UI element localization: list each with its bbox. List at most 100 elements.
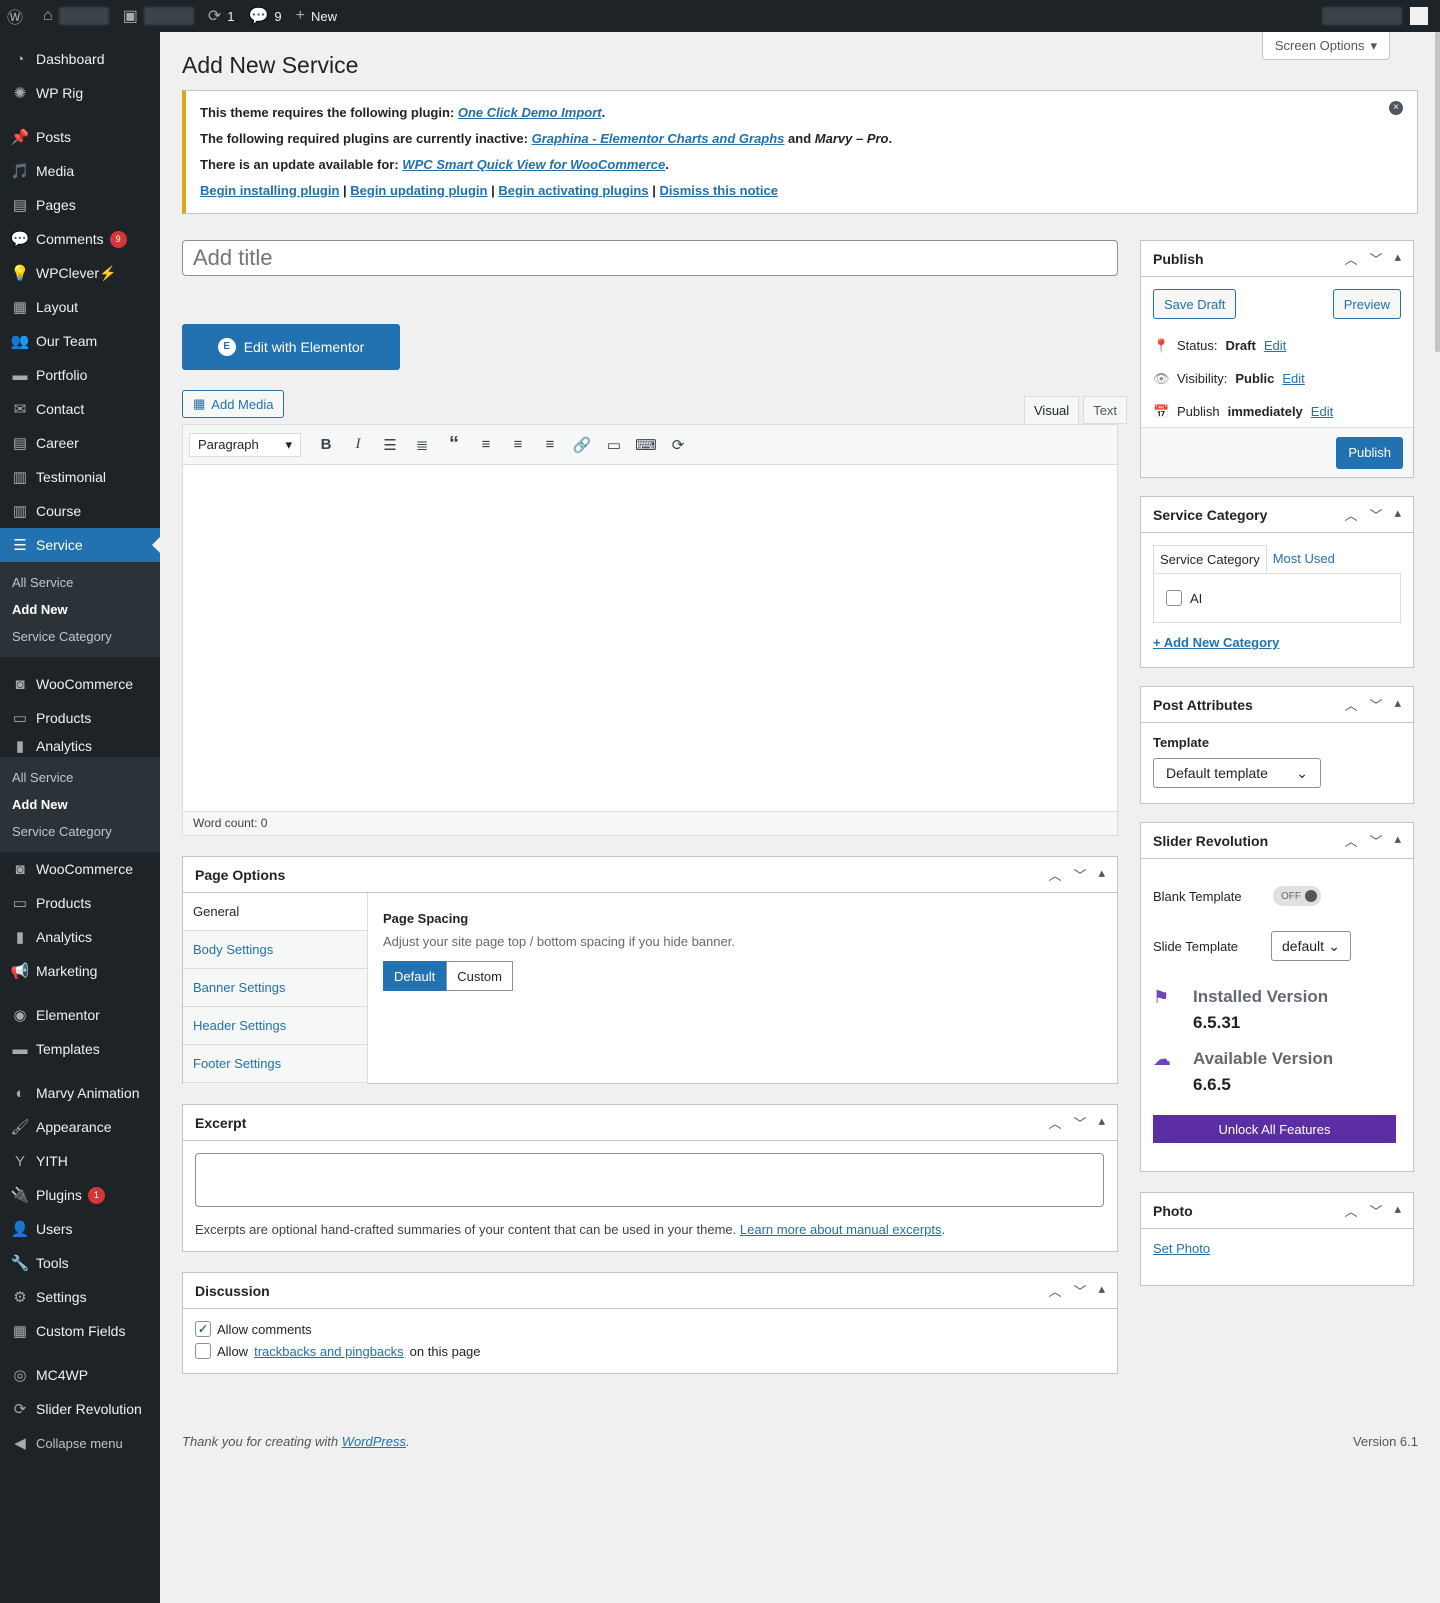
allow-comments-checkbox[interactable]: ✓: [195, 1321, 211, 1337]
sidebar-item-woocommerce[interactable]: ◙ WooCommerce: [0, 667, 160, 701]
tab-most-used[interactable]: Most Used: [1267, 545, 1341, 573]
edit-with-elementor-button[interactable]: E Edit with Elementor: [182, 324, 400, 370]
sidebar-item-service[interactable]: ☰ Service: [0, 528, 160, 562]
bold-icon[interactable]: B: [311, 431, 341, 459]
sidebar-item-our-team[interactable]: 👥 Our Team: [0, 324, 160, 358]
sidebar-item-appearance[interactable]: 🖌 Appearance: [0, 1110, 160, 1144]
customize-item[interactable]: ▣: [116, 0, 201, 32]
blank-template-toggle[interactable]: OFF: [1273, 886, 1321, 906]
site-home-item[interactable]: ⌂: [36, 0, 116, 32]
sidebar-item-testimonial[interactable]: ▥ Testimonial: [0, 460, 160, 494]
submenu-item-all-service[interactable]: All Service: [0, 764, 160, 791]
graphina-link[interactable]: Graphina - Elementor Charts and Graphs: [532, 131, 785, 146]
tab-all-categories[interactable]: Service Category: [1153, 545, 1267, 573]
submenu-item-add-new[interactable]: Add New: [0, 596, 160, 623]
refresh-icon[interactable]: ⟳: [663, 431, 693, 459]
sidebar-item-posts[interactable]: 📌 Posts: [0, 120, 160, 154]
edit-publish-time-link[interactable]: Edit: [1311, 404, 1333, 419]
move-up-icon[interactable]: ︿: [1344, 249, 1357, 268]
sidebar-item-analytics[interactable]: ▮ Analytics: [0, 735, 160, 757]
toggle-panel-icon[interactable]: ▴: [1098, 1281, 1105, 1300]
sidebar-item-plugins[interactable]: 🔌 Plugins 1: [0, 1178, 160, 1212]
scrollbar[interactable]: [1435, 32, 1440, 352]
tab-general[interactable]: General: [183, 893, 367, 931]
unlock-all-features-button[interactable]: Unlock All Features: [1153, 1115, 1396, 1143]
edit-status-link[interactable]: Edit: [1264, 338, 1286, 353]
sidebar-item-collapse-menu[interactable]: ◀ Collapse menu: [0, 1426, 160, 1460]
sidebar-item-products[interactable]: ▭ Products: [0, 886, 160, 920]
spacing-default-button[interactable]: Default: [383, 961, 447, 991]
avatar[interactable]: [1410, 7, 1428, 25]
allow-pingbacks-checkbox[interactable]: [195, 1343, 211, 1359]
publish-button[interactable]: Publish: [1336, 436, 1403, 469]
toggle-panel-icon[interactable]: ▴: [1098, 1113, 1105, 1132]
submenu-item-service-category[interactable]: Service Category: [0, 623, 160, 650]
slide-template-select[interactable]: default ⌄: [1271, 931, 1351, 961]
align-left-icon[interactable]: ≡: [471, 431, 501, 459]
wordpress-link[interactable]: WordPress: [342, 1434, 406, 1449]
move-down-icon[interactable]: ﹀: [1073, 1113, 1086, 1132]
sidebar-item-marketing[interactable]: 📢 Marketing: [0, 954, 160, 988]
category-checkbox-ai[interactable]: [1166, 590, 1182, 606]
tab-banner-settings[interactable]: Banner Settings: [183, 969, 367, 1007]
move-up-icon[interactable]: ︿: [1344, 1201, 1357, 1220]
sidebar-item-custom-fields[interactable]: ▦ Custom Fields: [0, 1314, 160, 1348]
save-draft-button[interactable]: Save Draft: [1153, 289, 1237, 319]
toggle-panel-icon[interactable]: ▴: [1394, 249, 1401, 268]
begin-activating-link[interactable]: Begin activating plugins: [498, 183, 648, 198]
tab-body-settings[interactable]: Body Settings: [183, 931, 367, 969]
dismiss-icon[interactable]: ×: [1389, 101, 1403, 115]
blockquote-icon[interactable]: “: [439, 431, 469, 459]
move-down-icon[interactable]: ﹀: [1369, 249, 1382, 268]
sidebar-item-mc4wp[interactable]: ◎ MC4WP: [0, 1358, 160, 1392]
sidebar-item-dashboard[interactable]: ◔ Dashboard: [0, 42, 160, 76]
numbered-list-icon[interactable]: ≣: [407, 431, 437, 459]
toggle-panel-icon[interactable]: ▴: [1394, 831, 1401, 850]
submenu-item-all-service[interactable]: All Service: [0, 569, 160, 596]
toggle-panel-icon[interactable]: ▴: [1394, 1201, 1401, 1220]
move-down-icon[interactable]: ﹀: [1369, 695, 1382, 714]
one-click-demo-link[interactable]: One Click Demo Import: [458, 105, 602, 120]
move-up-icon[interactable]: ︿: [1048, 1281, 1061, 1300]
tab-visual[interactable]: Visual: [1024, 396, 1080, 424]
sidebar-item-pages[interactable]: ▤ Pages: [0, 188, 160, 222]
excerpt-textarea[interactable]: [195, 1153, 1104, 1207]
updates-item[interactable]: ⟳ 1: [201, 0, 242, 32]
tab-text[interactable]: Text: [1083, 396, 1128, 424]
sidebar-item-tools[interactable]: 🔧 Tools: [0, 1246, 160, 1280]
toggle-panel-icon[interactable]: ▴: [1394, 695, 1401, 714]
comments-item[interactable]: 💬 9: [241, 0, 288, 32]
template-select[interactable]: Default template ⌄: [1153, 758, 1321, 788]
bullet-list-icon[interactable]: ☰: [375, 431, 405, 459]
sidebar-item-contact[interactable]: ✉ Contact: [0, 392, 160, 426]
wordpress-logo-icon[interactable]: Ⓦ: [0, 0, 36, 32]
move-up-icon[interactable]: ︿: [1344, 505, 1357, 524]
sidebar-item-marvy-animation[interactable]: ◐ Marvy Animation: [0, 1076, 160, 1110]
move-up-icon[interactable]: ︿: [1048, 865, 1061, 884]
toggle-panel-icon[interactable]: ▴: [1098, 865, 1105, 884]
add-new-category-link[interactable]: + Add New Category: [1153, 635, 1279, 650]
move-down-icon[interactable]: ﹀: [1369, 831, 1382, 850]
sidebar-item-comments[interactable]: 💬 Comments 9: [0, 222, 160, 256]
read-more-icon[interactable]: ▭: [599, 431, 629, 459]
tab-header-settings[interactable]: Header Settings: [183, 1007, 367, 1045]
sidebar-item-career[interactable]: ▤ Career: [0, 426, 160, 460]
sidebar-item-wp-rig[interactable]: ✺ WP Rig: [0, 76, 160, 110]
wpc-quick-view-link[interactable]: WPC Smart Quick View for WooCommerce: [402, 157, 665, 172]
sidebar-item-elementor[interactable]: ◉ Elementor: [0, 998, 160, 1032]
move-down-icon[interactable]: ﹀: [1073, 865, 1086, 884]
move-up-icon[interactable]: ︿: [1048, 1113, 1061, 1132]
toggle-panel-icon[interactable]: ▴: [1394, 505, 1401, 524]
italic-icon[interactable]: I: [343, 431, 373, 459]
sidebar-item-analytics[interactable]: ▮ Analytics: [0, 920, 160, 954]
toolbar-toggle-icon[interactable]: ⌨: [631, 431, 661, 459]
sidebar-item-woocommerce[interactable]: ◙ WooCommerce: [0, 852, 160, 886]
add-media-button[interactable]: ▦ Add Media: [182, 390, 285, 418]
tab-footer-settings[interactable]: Footer Settings: [183, 1045, 367, 1083]
screen-options-button[interactable]: Screen Options ▾: [1261, 32, 1390, 60]
dismiss-notice-link[interactable]: Dismiss this notice: [659, 183, 777, 198]
sidebar-item-layout[interactable]: ▦ Layout: [0, 290, 160, 324]
spacing-custom-button[interactable]: Custom: [446, 961, 513, 991]
sidebar-item-users[interactable]: 👤 Users: [0, 1212, 160, 1246]
submenu-item-add-new[interactable]: Add New: [0, 791, 160, 818]
